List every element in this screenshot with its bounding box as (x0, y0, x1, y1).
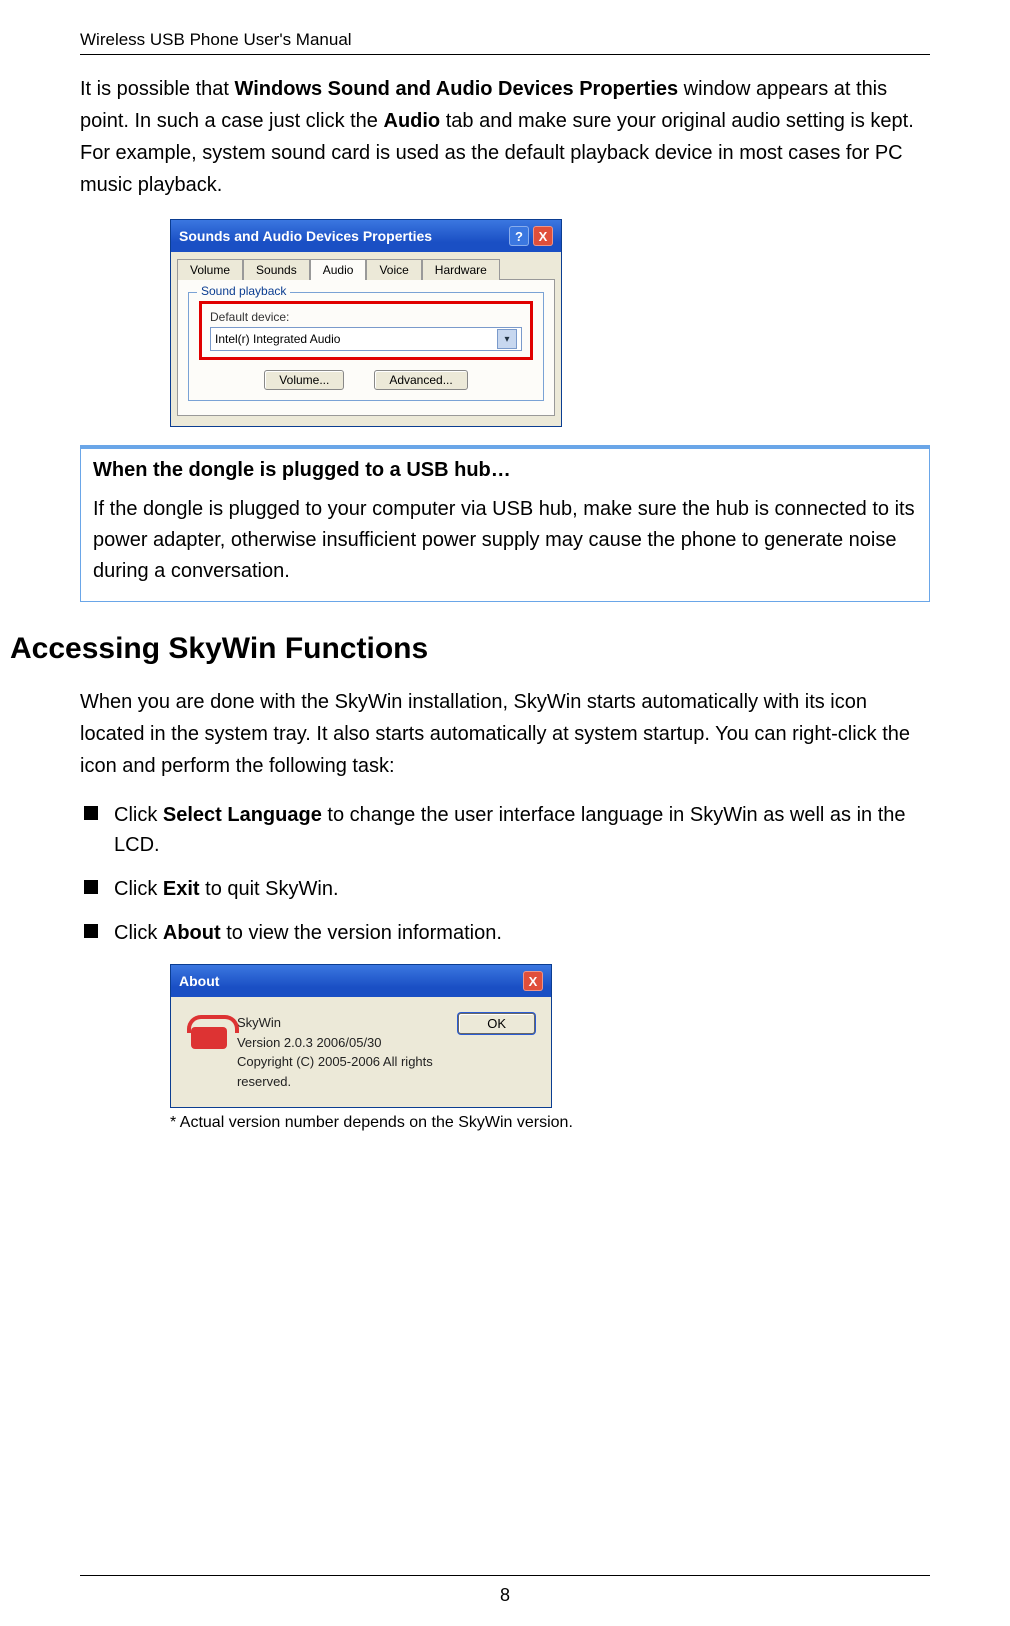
text: Click (114, 922, 163, 944)
page-number: 8 (0, 1585, 1010, 1606)
bullet-list: Click Select Language to change the user… (80, 800, 930, 948)
about-line3: Copyright (C) 2005-2006 All rights reser… (237, 1052, 444, 1091)
bold-text: Windows Sound and Audio Devices Properti… (235, 78, 679, 100)
bold-text: About (163, 922, 221, 944)
titlebar-close-button[interactable]: X (533, 226, 553, 246)
header-title: Wireless USB Phone User's Manual (80, 30, 930, 50)
about-line2: Version 2.0.3 2006/05/30 (237, 1033, 444, 1053)
tab-panel-audio: Sound playback Default device: Intel(r) … (177, 279, 555, 416)
tab-voice[interactable]: Voice (366, 259, 421, 280)
about-dialog: About X SkyWin Version 2.0.3 2006/05/30 … (170, 964, 552, 1108)
dialog-tabs: Volume Sounds Audio Voice Hardware (171, 252, 561, 279)
footnote: * Actual version number depends on the S… (170, 1114, 930, 1132)
chevron-down-icon[interactable]: ▾ (497, 329, 517, 349)
titlebar-help-button[interactable]: ? (509, 226, 529, 246)
dialog-title: About (179, 973, 219, 989)
text: Click (114, 804, 163, 826)
group-legend: Sound playback (197, 284, 290, 298)
phone-icon (187, 1013, 223, 1049)
section-heading: Accessing SkyWin Functions (10, 632, 930, 666)
sounds-and-audio-dialog: Sounds and Audio Devices Properties ? X … (170, 219, 562, 427)
tab-hardware[interactable]: Hardware (422, 259, 500, 280)
dialog-titlebar: Sounds and Audio Devices Properties ? X (171, 220, 561, 252)
titlebar-close-button[interactable]: X (523, 971, 543, 991)
about-line1: SkyWin (237, 1013, 444, 1033)
bold-text: Audio (384, 110, 441, 132)
text: Click (114, 878, 163, 900)
dialog-titlebar: About X (171, 965, 551, 997)
combo-value: Intel(r) Integrated Audio (215, 332, 340, 346)
intro-paragraph: It is possible that Windows Sound and Au… (80, 73, 930, 201)
list-item: Click Exit to quit SkyWin. (80, 874, 930, 904)
bold-text: Exit (163, 878, 200, 900)
callout-body: If the dongle is plugged to your compute… (93, 494, 917, 587)
list-item: Click Select Language to change the user… (80, 800, 930, 860)
list-item: Click About to view the version informat… (80, 918, 930, 948)
advanced-button[interactable]: Advanced... (374, 370, 467, 390)
usb-hub-callout: When the dongle is plugged to a USB hub…… (80, 445, 930, 602)
bold-text: Select Language (163, 804, 322, 826)
default-device-label: Default device: (210, 310, 522, 324)
sound-playback-group: Sound playback Default device: Intel(r) … (188, 292, 544, 401)
about-text: SkyWin Version 2.0.3 2006/05/30 Copyrigh… (237, 1013, 444, 1091)
footer-rule (80, 1575, 930, 1576)
callout-title: When the dongle is plugged to a USB hub… (93, 459, 917, 482)
highlight-box: Default device: Intel(r) Integrated Audi… (199, 301, 533, 360)
section-paragraph: When you are done with the SkyWin instal… (80, 686, 930, 782)
header-rule (80, 54, 930, 55)
tab-audio[interactable]: Audio (310, 259, 367, 280)
text: to view the version information. (221, 922, 502, 944)
text: It is possible that (80, 78, 235, 100)
dialog-title: Sounds and Audio Devices Properties (179, 228, 432, 244)
default-device-combo[interactable]: Intel(r) Integrated Audio ▾ (210, 327, 522, 351)
text: to quit SkyWin. (200, 878, 339, 900)
volume-button[interactable]: Volume... (264, 370, 344, 390)
tab-sounds[interactable]: Sounds (243, 259, 310, 280)
tab-volume[interactable]: Volume (177, 259, 243, 280)
ok-button[interactable]: OK (458, 1013, 535, 1034)
